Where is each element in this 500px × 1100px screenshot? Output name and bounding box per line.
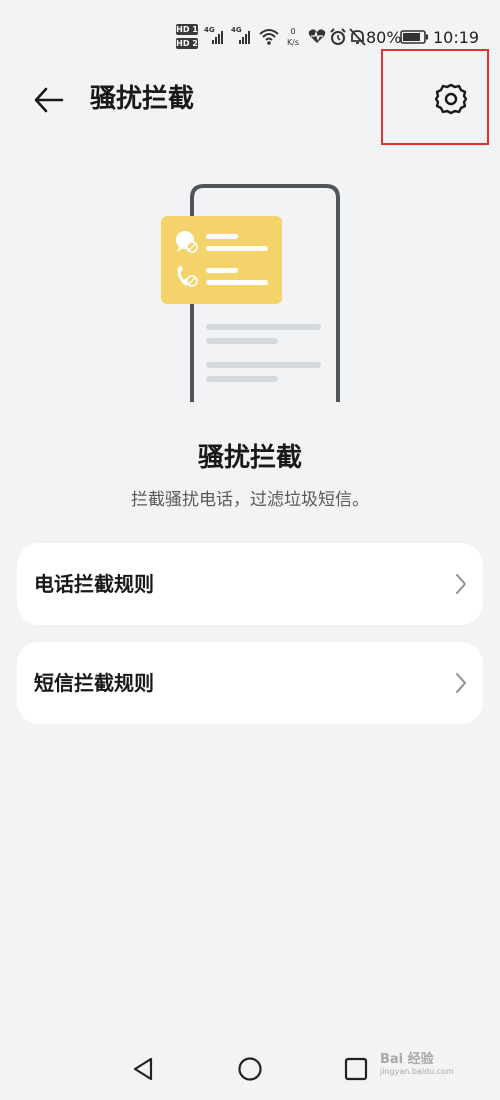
wifi-icon [259, 29, 279, 45]
sms-block-rules-item[interactable]: 短信拦截规则 [17, 642, 483, 724]
battery-icon [400, 30, 428, 44]
chevron-right-icon [456, 574, 466, 594]
hero-title: 骚扰拦截 [197, 443, 302, 473]
network-type-2: 4G [231, 26, 242, 34]
network-type-1: 4G [204, 26, 215, 34]
mute-bell-icon [349, 28, 366, 46]
watermark-url: jingyan.baidu.com [380, 1067, 454, 1076]
back-button[interactable] [28, 80, 68, 120]
battery-percentage: 80% [366, 28, 402, 47]
heart-icon [308, 29, 326, 43]
harassment-block-illustration [161, 184, 340, 402]
hero-subtitle: 拦截骚扰电话，过滤垃圾短信。 [131, 490, 369, 510]
recents-square-icon[interactable] [342, 1055, 370, 1083]
back-triangle-icon[interactable] [129, 1055, 157, 1083]
speed-value: 0 [290, 27, 296, 36]
call-block-rules-item[interactable]: 电话拦截规则 [17, 543, 483, 625]
sms-block-rules-label: 短信拦截规则 [34, 671, 154, 695]
speed-unit: K/s [286, 38, 300, 47]
highlight-annotation-box [381, 49, 489, 145]
call-block-rules-label: 电话拦截规则 [34, 572, 154, 596]
alarm-icon [330, 28, 346, 45]
chevron-right-icon [456, 673, 466, 693]
page-title: 骚扰拦截 [90, 84, 195, 114]
signal-1: 4G [204, 26, 230, 46]
arrow-left-icon [34, 87, 64, 113]
network-speed: 0 K/s [283, 26, 303, 48]
sim-badge-1: HD 1 [176, 24, 198, 35]
clock: 10:19 [433, 28, 480, 47]
sim-badge-2: HD 2 [176, 38, 198, 49]
signal-2: 4G [231, 26, 257, 46]
watermark-text: Bai 经验 [380, 1052, 434, 1067]
sim-badges: HD 1 HD 2 [176, 24, 200, 52]
watermark: Bai 经验 jingyan.baidu.com [380, 1048, 454, 1076]
home-circle-icon[interactable] [236, 1055, 264, 1083]
